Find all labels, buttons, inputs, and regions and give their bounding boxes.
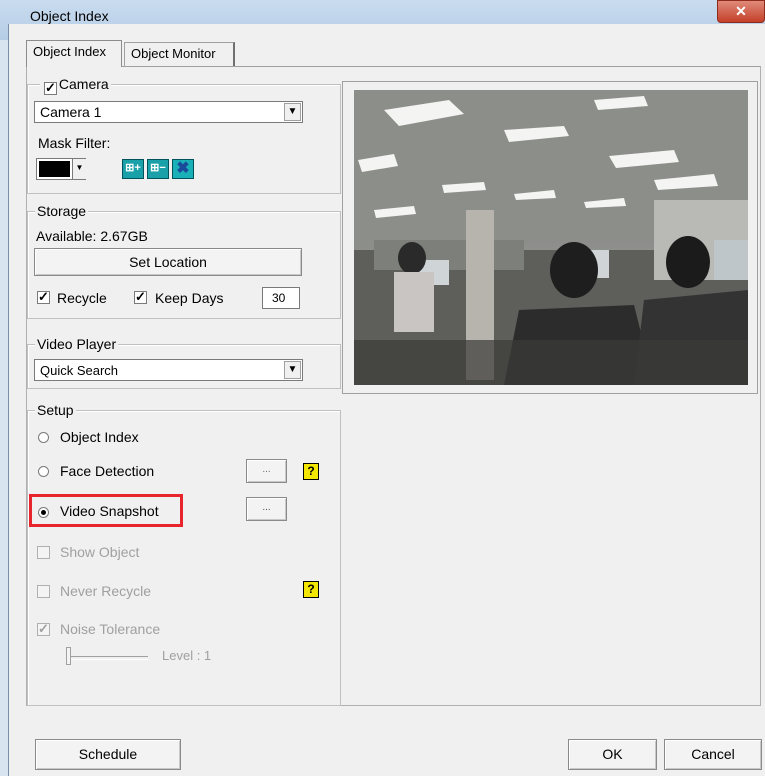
schedule-button[interactable]: Schedule [35, 739, 181, 770]
keep-days-checkbox[interactable]: ✓ [134, 290, 147, 304]
face-detection-label: Face Detection [60, 463, 155, 479]
face-detection-settings-button[interactable]: ... [246, 459, 287, 483]
set-location-button[interactable]: Set Location [34, 248, 302, 276]
camera-group-label: Camera [58, 76, 109, 92]
camera-select-value: Camera 1 [40, 104, 102, 120]
close-icon: ✕ [735, 3, 747, 19]
remove-mask-icon[interactable]: ⊞− [147, 159, 169, 179]
close-button[interactable]: ✕ [717, 0, 765, 23]
clear-mask-icon[interactable]: ✖ [172, 159, 194, 179]
never-recycle-label: Never Recycle [60, 583, 152, 599]
chevron-down-icon[interactable]: ▼ [72, 159, 86, 179]
show-object-label: Show Object [60, 544, 140, 560]
video-player-select[interactable]: Quick Search ▼ [34, 359, 303, 381]
video-player-group-label: Video Player [35, 336, 119, 352]
storage-available: Available: 2.67GB [36, 228, 148, 244]
tab-object-index[interactable]: Object Index [26, 40, 122, 67]
mask-color-picker[interactable]: ▼ [36, 158, 86, 180]
recycle-checkbox[interactable]: ✓ [37, 290, 50, 304]
never-recycle-help-icon[interactable]: ? [303, 581, 319, 598]
video-player-select-value: Quick Search [40, 363, 119, 378]
show-object-checkbox[interactable] [37, 546, 50, 559]
window-title: Object Index [30, 8, 109, 24]
noise-tolerance-checkbox[interactable]: ✓ [37, 622, 50, 636]
noise-tolerance-label: Noise Tolerance [60, 621, 161, 637]
mask-filter-label: Mask Filter: [38, 135, 111, 151]
never-recycle-checkbox[interactable] [37, 585, 50, 598]
object-index-label: Object Index [60, 429, 139, 445]
chevron-down-icon[interactable]: ▼ [284, 103, 301, 121]
storage-group-label: Storage [35, 203, 89, 219]
face-detection-help-icon[interactable]: ? [303, 463, 319, 480]
keep-days-input[interactable]: 30 [262, 287, 300, 309]
setup-group-label: Setup [35, 402, 76, 418]
tab-object-monitor[interactable]: Object Monitor [124, 42, 235, 66]
level-slider-thumb[interactable] [66, 647, 71, 665]
add-mask-icon[interactable]: ⊞+ [122, 159, 144, 179]
camera-group-header: ✓ Camera [40, 76, 111, 95]
chevron-down-icon[interactable]: ▼ [284, 361, 301, 379]
keep-days-label: Keep Days [155, 290, 224, 306]
object-index-radio[interactable] [38, 432, 49, 443]
cancel-button[interactable]: Cancel [664, 739, 762, 770]
camera-checkbox[interactable]: ✓ [44, 81, 57, 95]
camera-preview-frame [342, 81, 758, 394]
ok-button[interactable]: OK [568, 739, 657, 770]
camera-preview-image [354, 90, 748, 385]
level-slider-track[interactable] [68, 656, 148, 660]
camera-select[interactable]: Camera 1 ▼ [34, 101, 303, 123]
face-detection-radio[interactable] [38, 466, 49, 477]
level-label: Level : 1 [162, 648, 212, 663]
highlight-box [29, 494, 183, 527]
recycle-label: Recycle [57, 290, 107, 306]
video-snapshot-settings-button[interactable]: ... [246, 497, 287, 521]
mask-color-swatch [39, 161, 70, 177]
